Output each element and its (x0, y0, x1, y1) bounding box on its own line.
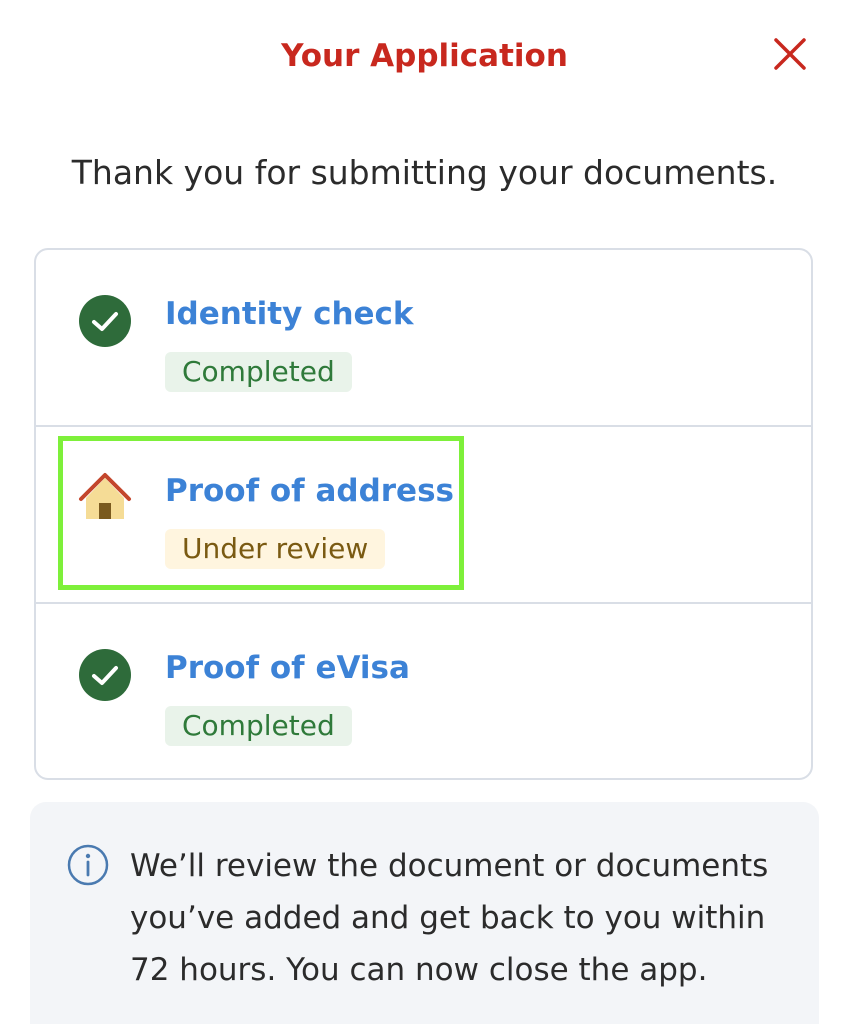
info-icon (67, 844, 109, 886)
header: Your Application (0, 0, 849, 120)
intro-message: Thank you for submitting your documents. (71, 153, 778, 192)
info-text: We’ll review the document or documents y… (130, 848, 769, 988)
check-title: Proof of address (165, 473, 454, 509)
status-badge: Completed (165, 352, 352, 392)
page-title: Your Application (281, 38, 568, 74)
check-title: Identity check (165, 296, 414, 332)
check-circle-icon (79, 649, 131, 701)
check-circle-icon (79, 295, 131, 347)
house-icon (79, 473, 131, 519)
check-row-identity[interactable]: Identity check Completed (36, 250, 811, 427)
close-icon (774, 38, 806, 70)
status-badge: Completed (165, 706, 352, 746)
application-status-screen: Your Application Thank you for submittin… (0, 0, 849, 1024)
check-title: Proof of eVisa (165, 650, 410, 686)
check-row-address[interactable]: Proof of address Under review (36, 427, 811, 604)
status-badge: Under review (165, 529, 386, 569)
checks-card: Identity check Completed Proof of addres… (34, 248, 813, 780)
info-panel: We’ll review the document or documents y… (30, 802, 819, 1024)
close-button[interactable] (766, 30, 814, 78)
check-row-evisa[interactable]: Proof of eVisa Completed (36, 604, 811, 778)
